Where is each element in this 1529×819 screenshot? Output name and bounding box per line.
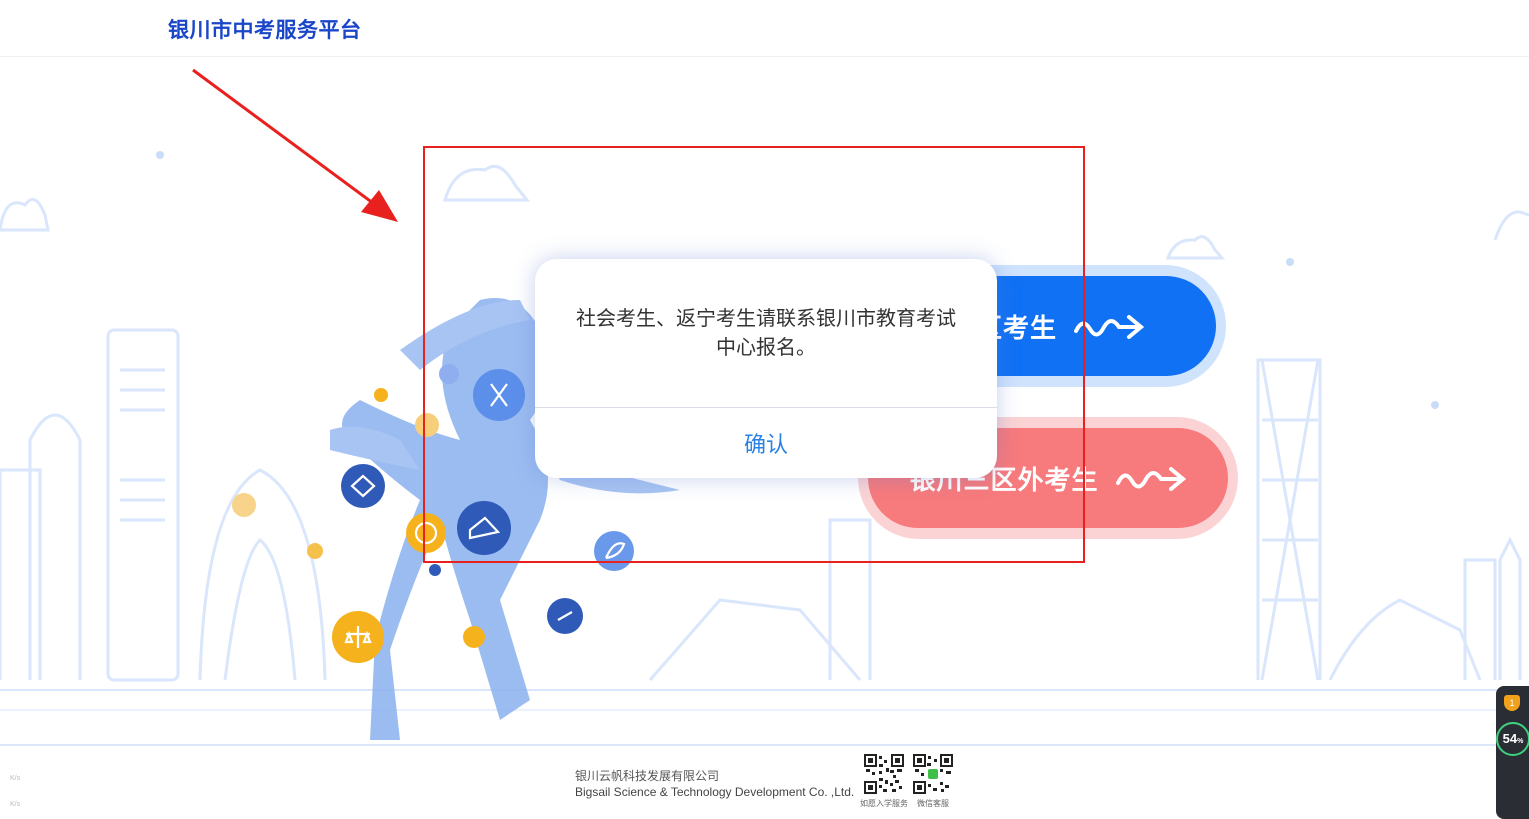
upload-speed-value: 0.0 [10, 763, 24, 774]
shield-badge-icon: 1 [1504, 695, 1520, 711]
annotation-arrow [192, 68, 398, 222]
header: 银川市中考服务平台 [0, 0, 1529, 57]
upload-speed-unit: K/s [10, 775, 21, 782]
network-speed-widget[interactable]: 1 54% [1496, 686, 1529, 819]
wechat-qr-code-icon[interactable] [913, 754, 953, 794]
qr-code-icon[interactable] [864, 754, 904, 794]
download-speed-unit: K/s [10, 801, 21, 808]
footer [0, 746, 1529, 819]
qr-label-wechat: 微信客服 [917, 799, 949, 808]
download-speed-value: 0.0 [10, 789, 24, 800]
annotation-highlight-box [423, 146, 1085, 563]
site-title[interactable]: 银川市中考服务平台 [168, 14, 362, 44]
company-name-cn: 银川云帆科技发展有限公司 [575, 769, 720, 783]
upload-speed: 0.0 K/s [10, 764, 24, 784]
company-name-en: Bigsail Science & Technology Development… [575, 785, 855, 799]
squiggle-arrow-icon [1115, 467, 1186, 491]
memory-percent: 54 [1502, 731, 1518, 746]
download-speed: 0.0 K/s [10, 790, 24, 810]
memory-percent-unit: % [1517, 738, 1524, 745]
memory-usage-gauge: 54% [1496, 722, 1529, 756]
